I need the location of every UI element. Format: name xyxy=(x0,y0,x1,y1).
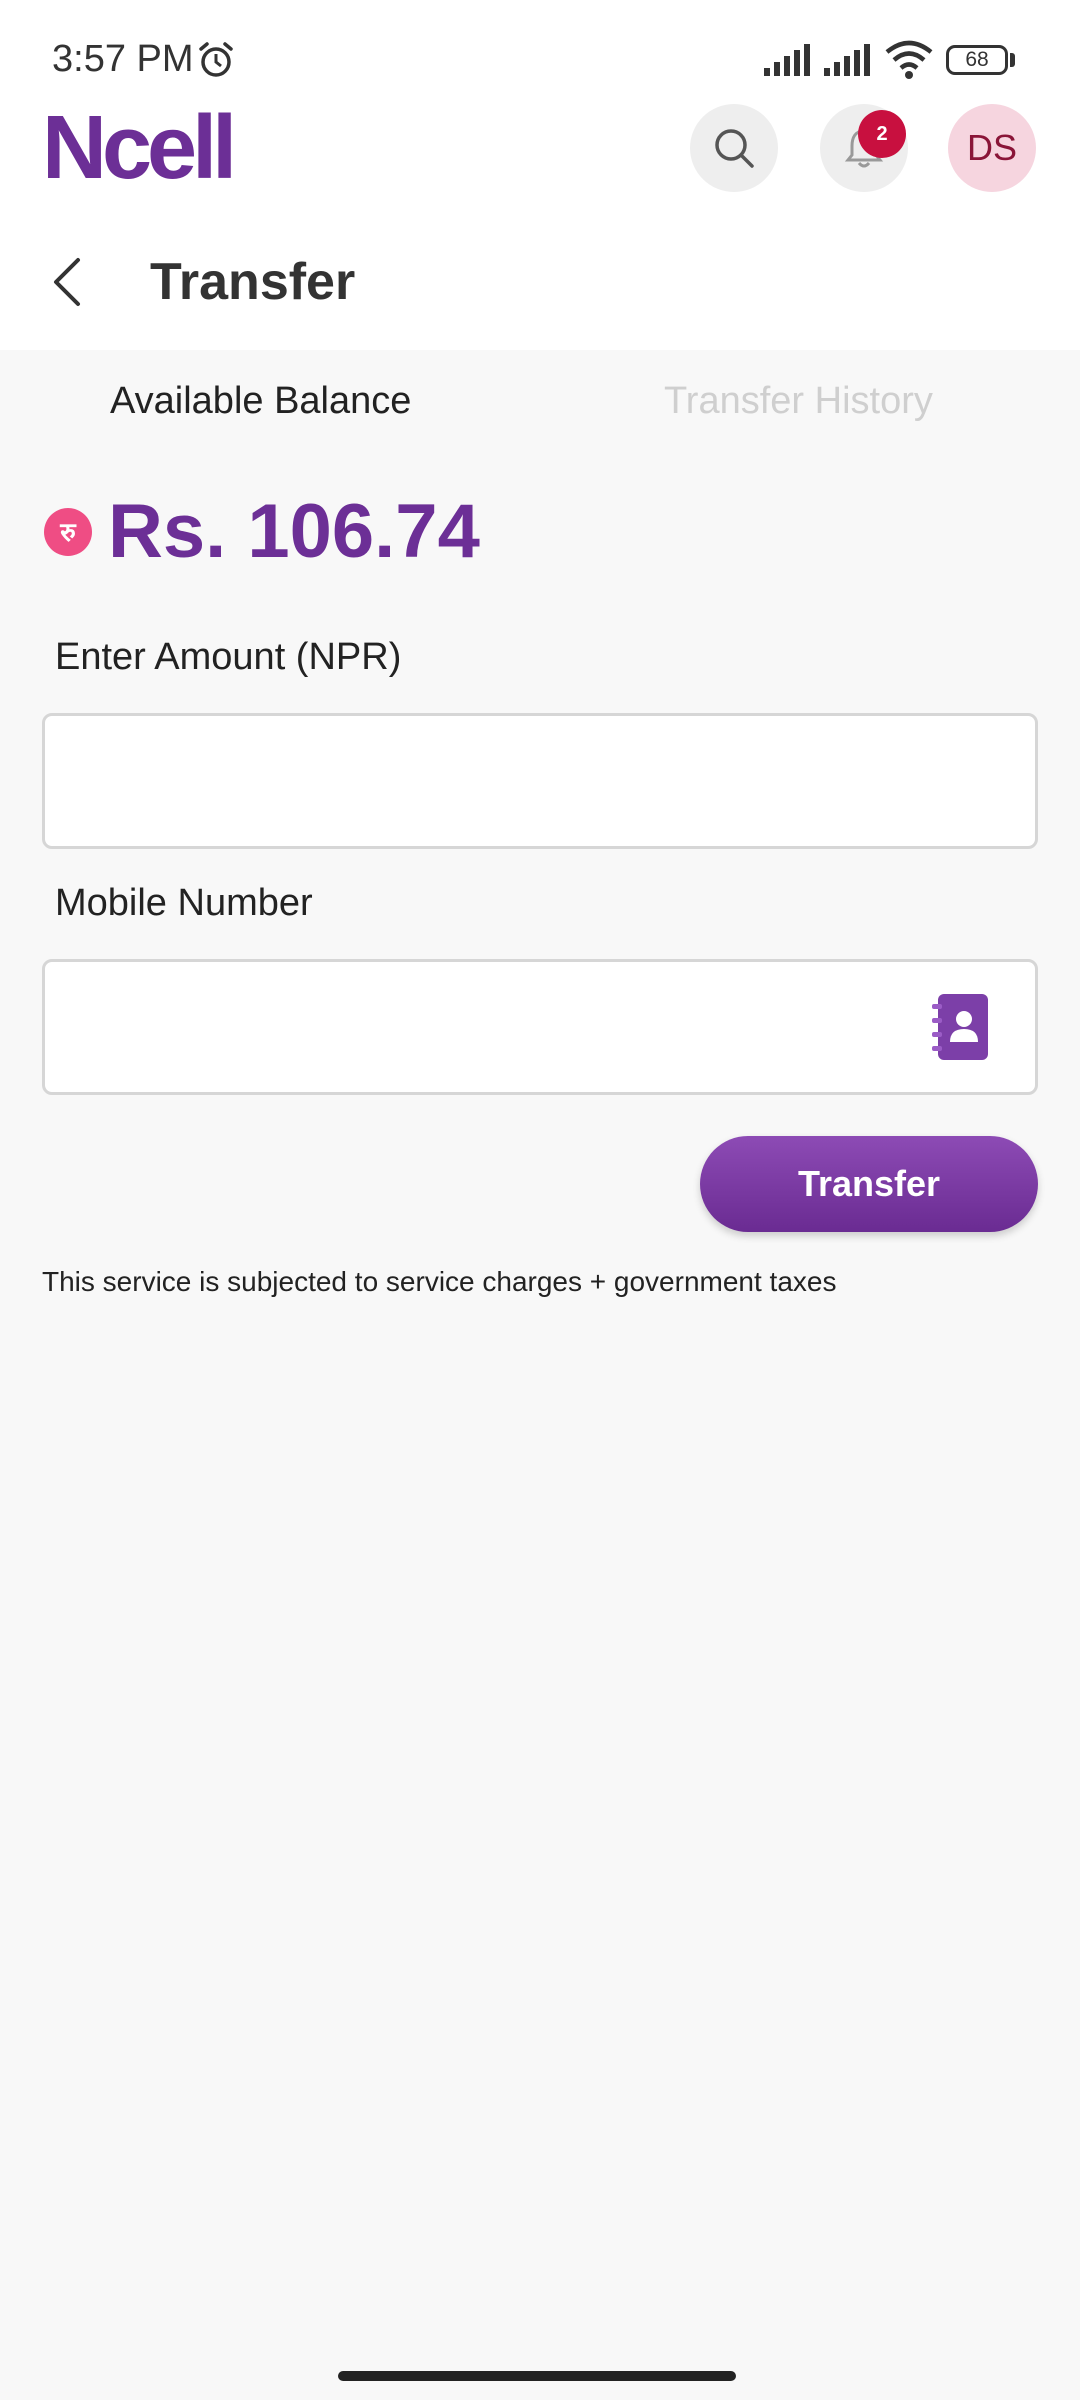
battery-tip xyxy=(1010,53,1015,67)
contacts-book-icon[interactable] xyxy=(930,992,992,1062)
avatar[interactable]: DS xyxy=(948,104,1036,192)
home-indicator[interactable] xyxy=(338,2371,736,2381)
mobile-number-label: Mobile Number xyxy=(55,882,313,924)
page-title: Transfer xyxy=(150,253,356,311)
rupee-icon: रु xyxy=(44,508,92,556)
search-icon xyxy=(715,129,754,168)
notification-badge: 2 xyxy=(858,110,906,158)
alarm-icon xyxy=(199,42,233,77)
signal-icon xyxy=(764,44,810,76)
balance-amount: Rs. 106.74 xyxy=(108,489,480,574)
status-time: 3:57 PM xyxy=(52,38,194,80)
signal-icon xyxy=(824,44,870,76)
back-arrow-icon[interactable] xyxy=(48,252,88,312)
amount-input[interactable] xyxy=(42,713,1038,849)
wifi-icon xyxy=(885,40,933,79)
service-charges-note: This service is subjected to service cha… xyxy=(42,1266,837,1297)
transfer-button[interactable]: Transfer xyxy=(700,1136,1038,1232)
search-button[interactable] xyxy=(690,104,778,192)
mobile-number-input[interactable] xyxy=(42,959,1038,1095)
ncell-logo: Ncell xyxy=(42,98,237,198)
tab-available-balance[interactable]: Available Balance xyxy=(110,380,411,423)
amount-label: Enter Amount (NPR) xyxy=(55,636,402,678)
tab-transfer-history[interactable]: Transfer History xyxy=(664,380,933,423)
battery-icon: 68 xyxy=(946,45,1008,75)
